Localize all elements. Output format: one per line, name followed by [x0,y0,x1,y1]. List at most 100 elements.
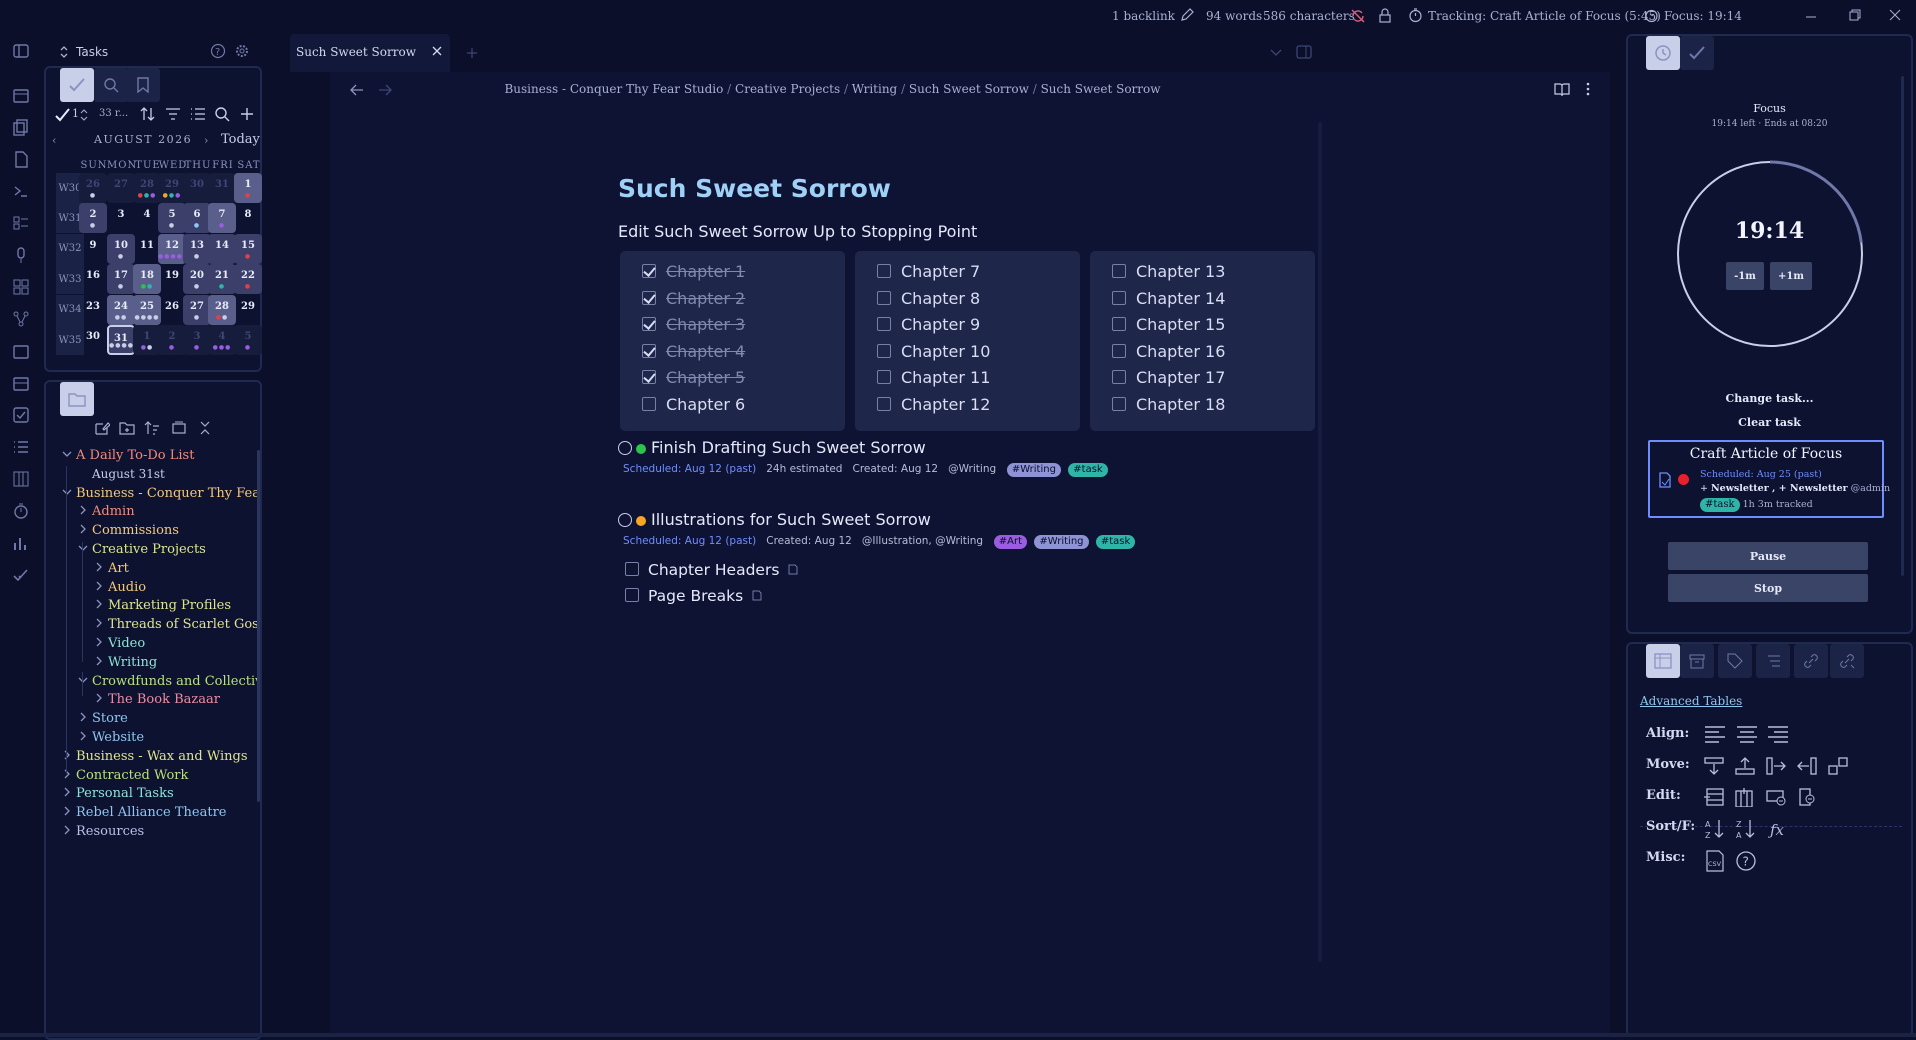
tab-tasks[interactable] [60,68,94,102]
kanban-icon[interactable] [12,214,32,234]
tree-item[interactable]: Business - Wax and Wings [76,749,248,764]
chevron-right-icon[interactable] [94,618,104,628]
align-center-icon[interactable] [1736,724,1758,746]
calendar-day[interactable]: 14 [208,233,236,264]
tab-outgoing-links[interactable] [1830,644,1864,678]
checkbox[interactable] [1112,264,1126,278]
export-csv-icon[interactable]: CSV [1704,850,1726,872]
chevron-right-icon[interactable] [94,599,104,609]
help-circle-icon[interactable]: ? [1735,850,1757,872]
note-link-icon[interactable] [752,587,762,605]
tab-focus[interactable] [1646,36,1680,70]
checklist-item[interactable]: Chapter 6 [642,395,745,414]
gear-icon[interactable] [234,43,250,59]
checklist-item[interactable]: Chapter 7 [877,262,980,281]
calendar-day[interactable]: 26 ● [79,173,107,203]
help-icon[interactable]: ? [210,43,226,59]
checklist-item[interactable]: Chapter 11 [877,368,990,387]
tab-such-sweet-sorrow[interactable]: Such Sweet Sorrow [290,34,450,72]
task-context[interactable]: @Writing [948,463,996,475]
delete-row-icon[interactable] [1765,787,1787,809]
checklist-item[interactable]: Chapter 18 [1112,395,1225,414]
tree-item[interactable]: Store [92,711,128,726]
file-icon[interactable] [12,150,32,170]
tree-item[interactable]: Marketing Profiles [108,598,231,613]
chevron-right-icon[interactable] [78,524,88,534]
task-title[interactable]: Finish Drafting Such Sweet Sorrow [651,438,926,457]
calendar-day[interactable]: 6 ● [183,203,211,234]
calendar-day[interactable]: 1 ● [234,173,262,203]
calendar-day[interactable]: 29 [234,295,262,325]
calendar-day[interactable]: 19 [158,264,186,294]
tab-advanced-tables[interactable] [1646,644,1680,678]
breadcrumb-item[interactable]: Creative Projects [735,82,840,96]
tab-bookmarks[interactable] [126,68,160,102]
checkbox[interactable] [642,290,656,305]
subtask-item[interactable]: Chapter Headers [625,561,798,579]
calendar-day[interactable]: 30 [183,173,211,203]
chevron-down-icon[interactable] [62,449,72,459]
tree-item[interactable]: Admin [92,504,135,519]
calendar-day[interactable]: 28 ●● [208,294,236,325]
task-scheduled[interactable]: Scheduled: Aug 12 (past) [623,463,756,475]
chevron-right-icon[interactable] [62,825,72,835]
sort-order-icon[interactable] [144,420,160,436]
filter-icon[interactable] [165,106,181,122]
tree-scrollbar[interactable] [257,450,260,802]
checklist-item[interactable]: Chapter 14 [1112,289,1225,308]
focus-scrollbar[interactable] [1901,76,1904,576]
calendar-day[interactable]: 27 ● [183,294,211,325]
chevron-right-icon[interactable] [94,637,104,647]
calendar-day[interactable]: 26 [158,295,186,325]
change-task-link[interactable]: Change task... [1628,392,1911,405]
transpose-icon[interactable] [1827,756,1849,778]
tracking-status[interactable]: Tracking: Craft Article of Focus (5:45) [1428,9,1661,23]
checkbox[interactable] [642,397,656,411]
checklist-item[interactable]: Chapter 17 [1112,368,1225,387]
tag-art[interactable]: #Art [993,535,1028,549]
breadcrumb-item[interactable]: Such Sweet Sorrow [1041,82,1161,96]
calendar-day[interactable]: 17 ● [107,264,135,295]
calendar-day[interactable]: 2 ● [79,203,107,234]
tab-backlinks[interactable] [1794,644,1828,678]
editor-scrollbar[interactable] [1318,122,1322,962]
calendar-day[interactable]: 3 ● [183,325,211,355]
today-button[interactable]: Today [221,132,260,147]
grid-icon[interactable] [12,278,32,298]
tree-item[interactable]: Audio [108,580,146,595]
tree-item[interactable]: Creative Projects [92,542,206,557]
chevron-right-icon[interactable] [94,581,104,591]
tree-item[interactable]: Writing [108,655,157,670]
plus-minute-button[interactable]: +1m [1770,262,1812,290]
subtask-checkbox[interactable] [625,562,639,576]
timer-ribbon-icon[interactable] [12,502,32,522]
insert-row-icon[interactable] [1703,787,1725,809]
search-tasks-icon[interactable] [214,106,230,122]
checklist-item[interactable]: Chapter 15 [1112,315,1225,334]
chevron-right-icon[interactable] [78,505,88,515]
chevron-right-icon[interactable] [94,656,104,666]
calendar-day[interactable]: 28 ●●● [133,173,161,203]
calendar-day-icon[interactable] [12,342,32,362]
calendar-day[interactable]: 13 ● [183,233,211,264]
checklist-item[interactable]: Chapter 5 [642,368,745,387]
right-sidebar-toggle-icon[interactable] [1296,44,1312,60]
focus-task-card[interactable]: Craft Article of Focus Scheduled: Aug 25… [1648,440,1890,518]
chevron-down-icon[interactable] [78,543,88,553]
terminal-icon[interactable] [12,182,32,202]
tree-item[interactable]: Personal Tasks [76,786,174,801]
calendar-day[interactable]: 18 ●● [133,264,161,295]
tag-task[interactable]: #task [1068,463,1108,477]
checkbox[interactable] [1112,290,1126,305]
tree-item[interactable]: Art [108,561,129,576]
bar-chart-icon[interactable] [12,534,32,554]
table-icon[interactable] [12,470,32,490]
tree-item[interactable]: Business - Conquer Thy Fear Stu... [76,486,260,501]
checkbox[interactable] [877,264,891,278]
chevron-right-icon[interactable] [62,806,72,816]
chevron-right-icon[interactable] [78,731,88,741]
focus-status[interactable]: Focus: 19:14 [1664,9,1742,23]
move-column-left-icon[interactable] [1796,756,1818,778]
tag-task[interactable]: #task [1095,535,1136,549]
delete-column-icon[interactable] [1796,787,1818,809]
